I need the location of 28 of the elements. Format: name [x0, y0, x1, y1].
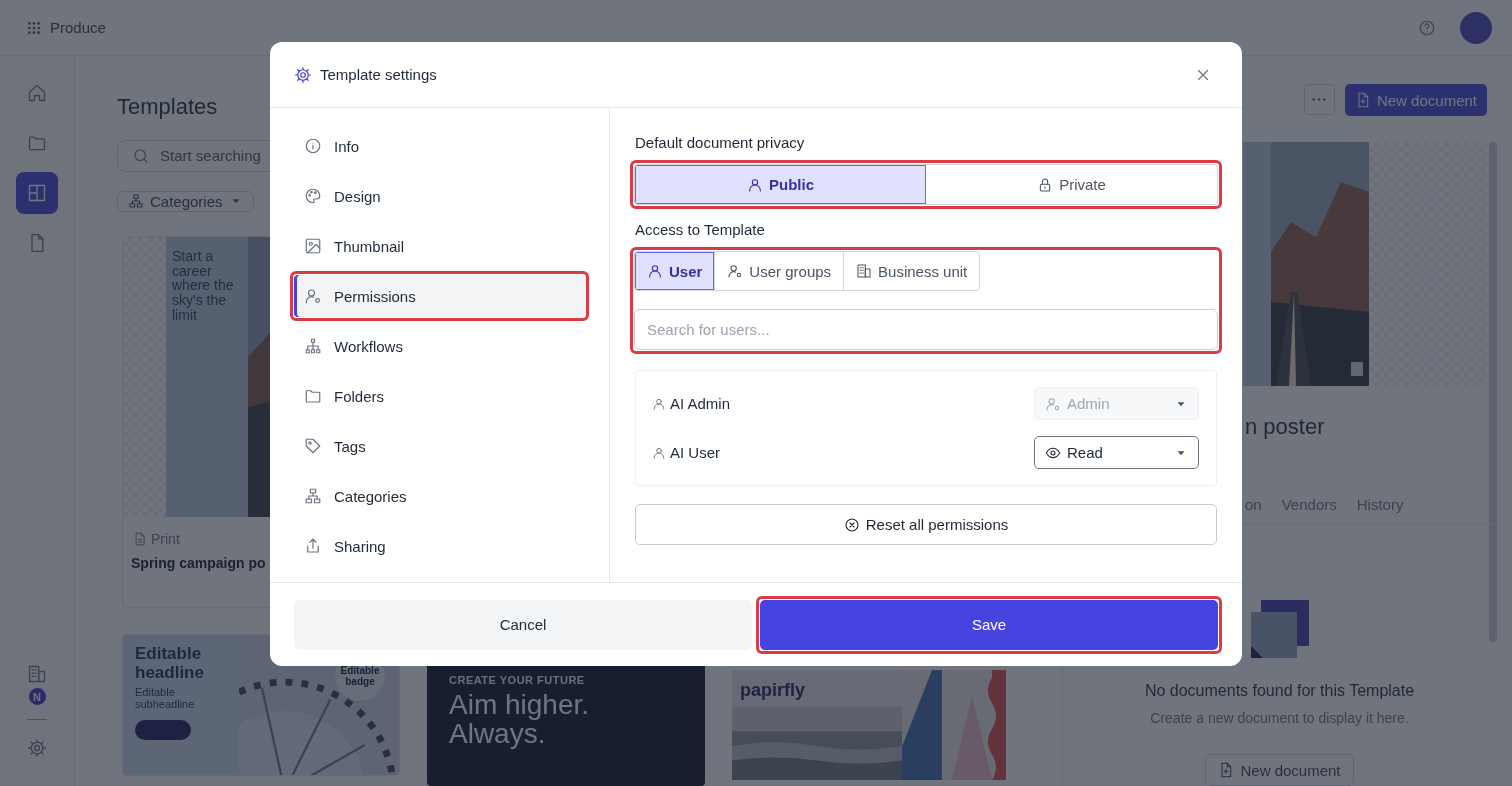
card-headline: Aim higher. Always.	[449, 690, 591, 749]
user-name: AI User	[652, 444, 720, 461]
section-label: Default document privacy	[635, 134, 806, 151]
role-select[interactable]: Read	[1034, 436, 1199, 469]
privacy-option[interactable]: Private	[926, 165, 1217, 204]
card-subheadline: Editable subheadline	[135, 686, 196, 711]
cancel-button[interactable]: Cancel	[294, 599, 752, 650]
app-name: Produce	[50, 19, 106, 36]
brand-logo: papirfly	[739, 679, 806, 702]
access-tab[interactable]: User	[635, 252, 716, 290]
reset-permissions-button[interactable]: Reset all permissions	[635, 504, 1217, 545]
empty-state-title: No documents found for this Template	[1144, 682, 1415, 700]
page-title: Templates	[117, 94, 218, 120]
section-label: Access to Template	[635, 221, 766, 238]
dialog-title: Template settings	[320, 66, 437, 83]
template-title: n poster	[1244, 414, 1326, 440]
nav-item[interactable]: Permissions	[294, 275, 585, 317]
workspace-badge: N	[28, 688, 46, 705]
access-tab[interactable]: Business unit	[844, 252, 980, 290]
privacy-option[interactable]: Public	[635, 165, 926, 204]
template-title: Spring campaign po	[131, 555, 266, 571]
card-headline: Editable headline	[135, 645, 205, 683]
nav-item[interactable]: Design	[294, 175, 585, 217]
user-search-field[interactable]: Search for users...	[634, 309, 1218, 350]
user-name: AI Admin	[652, 395, 731, 412]
access-tab[interactable]: User groups	[715, 252, 845, 290]
save-button[interactable]: Save	[760, 599, 1218, 650]
card-eyebrow: CREATE YOUR FUTURE	[449, 674, 586, 686]
